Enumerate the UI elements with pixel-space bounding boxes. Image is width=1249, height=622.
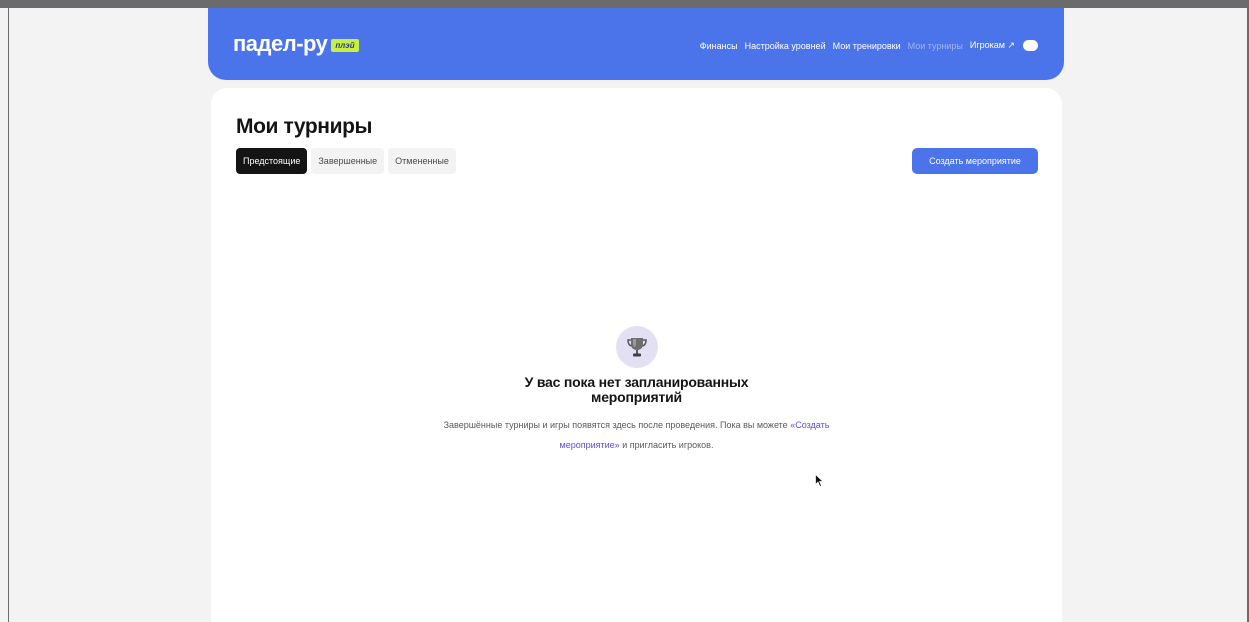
nav-item-finances[interactable]: Финансы xyxy=(700,41,738,51)
page-title: Мои турниры xyxy=(236,115,373,138)
logo-badge: плэй xyxy=(331,39,359,52)
nav-item-for-players[interactable]: Игрокам ↗ xyxy=(970,40,1015,51)
tournament-tabs: Предстоящие Завершенные Отмененные xyxy=(236,148,460,174)
nav-item-level-settings[interactable]: Настройка уровней xyxy=(745,41,826,51)
window-frame-top xyxy=(0,0,1249,8)
empty-state: У вас пока нет запланированных мероприят… xyxy=(211,326,1062,455)
empty-state-text-before: Завершённые турниры и игры появятся здес… xyxy=(443,420,791,430)
logo[interactable]: падел-ру плэй xyxy=(233,33,359,55)
nav-item-my-trainings[interactable]: Мои тренировки xyxy=(833,41,901,51)
nav-item-my-tournaments[interactable]: Мои турниры xyxy=(908,41,963,51)
trophy-icon xyxy=(615,326,658,368)
tab-upcoming[interactable]: Предстоящие xyxy=(236,148,308,174)
main-panel: Мои турниры Предстоящие Завершенные Отме… xyxy=(211,88,1062,622)
mouse-cursor-icon xyxy=(815,473,824,492)
main-nav: Финансы Настройка уровней Мои тренировки… xyxy=(693,40,1038,51)
tab-cancelled[interactable]: Отмененные xyxy=(388,148,456,174)
empty-state-description: Завершённые турниры и игры появятся здес… xyxy=(437,415,837,455)
empty-state-title: У вас пока нет запланированных мероприят… xyxy=(524,374,749,405)
empty-state-text-after: и пригласить игроков. xyxy=(619,440,714,450)
window-frame-left xyxy=(8,8,9,622)
toggle-icon[interactable] xyxy=(1023,40,1038,51)
tab-completed[interactable]: Завершенные xyxy=(311,148,385,174)
site-header: падел-ру плэй Финансы Настройка уровней … xyxy=(208,8,1064,80)
logo-text: падел-ру xyxy=(233,31,328,56)
create-event-button[interactable]: Создать мероприятие xyxy=(912,148,1038,174)
